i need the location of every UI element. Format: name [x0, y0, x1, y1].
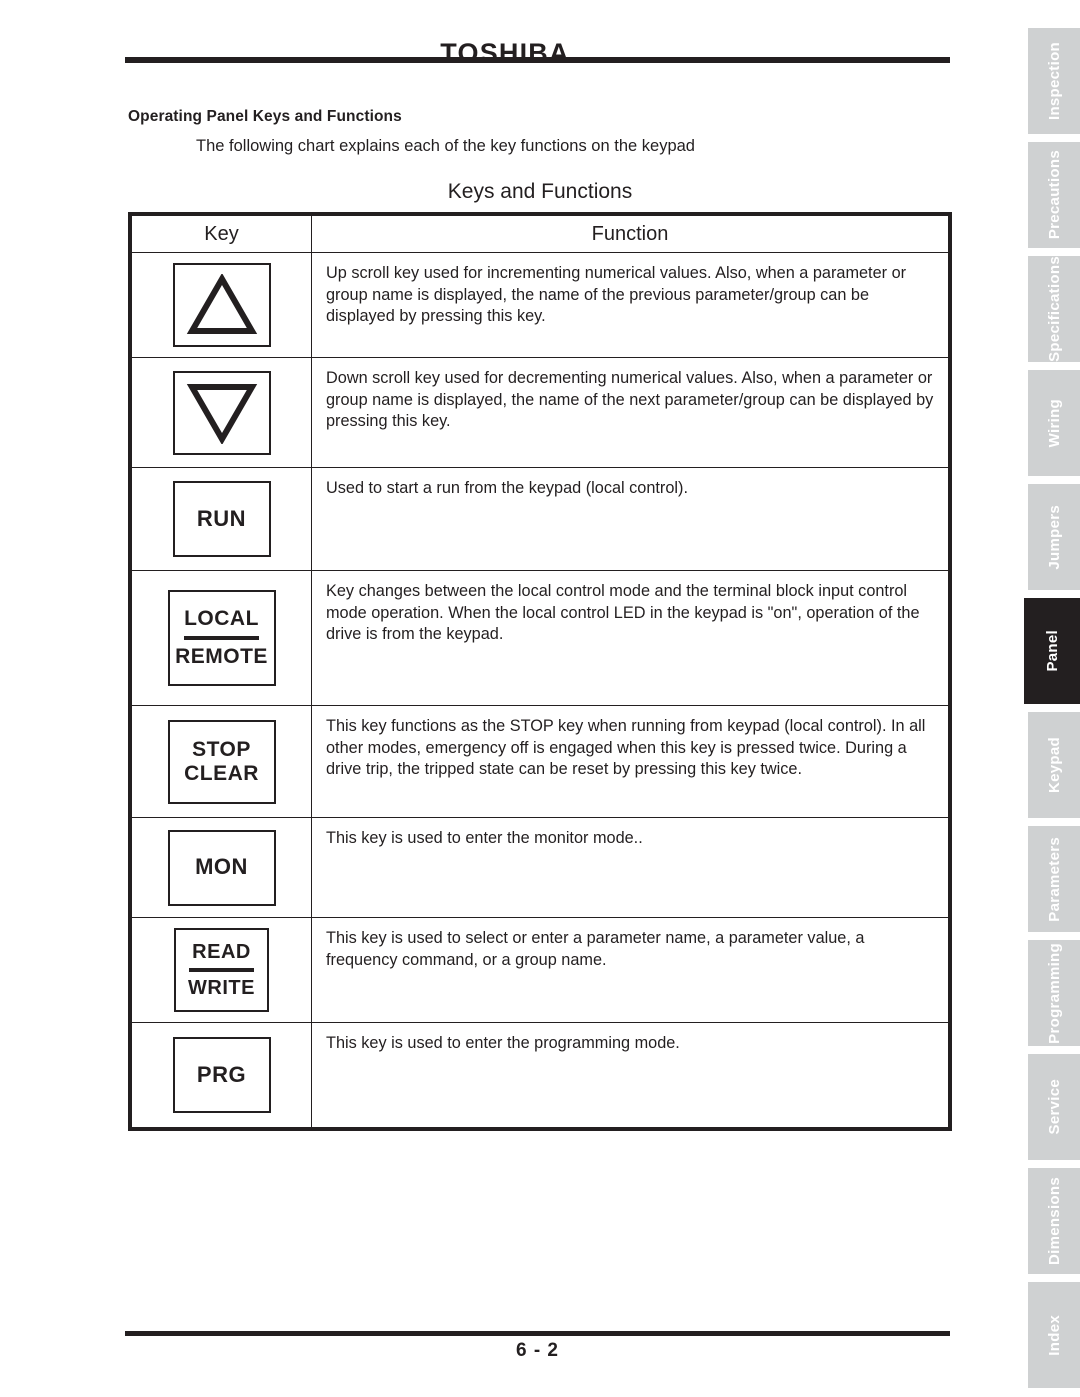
sidebar-tab-dimensions[interactable]: Dimensions: [1028, 1168, 1080, 1274]
function-description-cell: Key changes between the local control mo…: [311, 570, 949, 706]
function-description-cell: This key is used to enter the monitor mo…: [311, 817, 949, 918]
sidebar-tab-inspection[interactable]: Inspection: [1028, 28, 1080, 134]
key-cell: MON: [131, 817, 312, 918]
key-label: LOCAL: [184, 607, 259, 631]
keys-and-functions-table: Key Function Up scroll key used for incr…: [128, 212, 952, 1131]
table-row: Up scroll key used for incrementing nume…: [131, 252, 949, 358]
table-row: Down scroll key used for decrementing nu…: [131, 357, 949, 468]
mon-key-icon: MON: [167, 829, 276, 906]
read-write-key-icon: READ WRITE: [174, 928, 269, 1012]
sidebar-tab-label: Programming: [1045, 942, 1063, 1044]
table-row: LOCAL REMOTE Key changes between the local…: [131, 570, 949, 706]
key-divider-line: [184, 636, 259, 640]
table-header-row: Key Function: [131, 215, 949, 253]
key-label: REMOTE: [175, 645, 268, 668]
function-description-cell: This key is used to enter the programmin…: [311, 1022, 949, 1128]
key-cell: [131, 252, 312, 358]
function-description-cell: Used to start a run from the keypad (loc…: [311, 467, 949, 571]
sidebar-tab-precautions[interactable]: Precautions: [1028, 142, 1080, 248]
header-rule: [125, 57, 950, 63]
table-row: PRG This key is used to enter the program…: [131, 1022, 949, 1128]
function-description-cell: This key is used to select or enter a pa…: [311, 917, 949, 1023]
sidebar-tab-label: Specifications: [1045, 256, 1063, 362]
key-label: STOP: [192, 737, 251, 761]
local-remote-key-icon: LOCAL REMOTE: [167, 590, 276, 686]
brand-title: TOSHIBA: [440, 38, 570, 68]
sidebar-tab-label: Dimensions: [1045, 1176, 1063, 1266]
table-row: RUN Used to start a run from the keypad (…: [131, 467, 949, 571]
sidebar-tab-label: Wiring: [1045, 398, 1063, 448]
section-heading: Operating Panel Keys and Functions: [128, 108, 402, 125]
section-tab-sidebar: Inspection Precautions Specifications Wirin…: [1010, 0, 1080, 1397]
function-description-cell: This key functions as the STOP key when …: [311, 705, 949, 818]
sidebar-tab-programming[interactable]: Programming: [1028, 940, 1080, 1046]
table-title: Keys and Functions: [447, 180, 633, 203]
sidebar-tab-jumpers[interactable]: Jumpers: [1028, 484, 1080, 590]
sidebar-tab-label: Panel: [1043, 630, 1061, 672]
table-body: Up scroll key used for incrementing nume…: [131, 252, 949, 1128]
column-header-key: Key: [131, 215, 312, 253]
down-arrow-key-icon: [172, 370, 271, 455]
sidebar-tab-label: Keypad: [1045, 737, 1063, 793]
key-label: MON: [195, 854, 248, 880]
key-divider-line: [188, 968, 255, 972]
function-description-cell: Up scroll key used for incrementing nume…: [311, 252, 949, 358]
table-row: STOP CLEAR This key functions as the STOP …: [131, 705, 949, 818]
sidebar-tab-panel[interactable]: Panel: [1024, 598, 1080, 704]
sidebar-tab-label: Jumpers: [1045, 504, 1063, 570]
prg-key-icon: PRG: [172, 1037, 271, 1113]
column-header-function: Function: [311, 215, 949, 253]
up-arrow-key-icon: [172, 263, 271, 347]
section-intro-text: The following chart explains each of the…: [196, 137, 695, 155]
document-page: TOSHIBA Operating Panel Keys and Functio…: [0, 0, 1010, 1397]
run-key-icon: RUN: [172, 481, 271, 557]
table-row: READ WRITE This key is used to select or e…: [131, 917, 949, 1023]
sidebar-tab-label: Service: [1045, 1079, 1063, 1135]
key-label: RUN: [196, 505, 247, 531]
key-cell: LOCAL REMOTE: [131, 570, 312, 706]
sidebar-tab-label: Precautions: [1045, 150, 1063, 240]
sidebar-tab-keypad[interactable]: Keypad: [1028, 712, 1080, 818]
key-label: PRG: [196, 1061, 247, 1087]
sidebar-tab-label: Index: [1045, 1314, 1063, 1356]
key-cell: STOP CLEAR: [131, 705, 312, 818]
stop-clear-key-icon: STOP CLEAR: [167, 719, 276, 804]
sidebar-tab-wiring[interactable]: Wiring: [1028, 370, 1080, 476]
key-cell: PRG: [131, 1022, 312, 1128]
key-label: WRITE: [188, 977, 255, 999]
function-description-cell: Down scroll key used for decrementing nu…: [311, 357, 949, 468]
table-row: MON This key is used to enter the monitor…: [131, 817, 949, 918]
sidebar-tab-parameters[interactable]: Parameters: [1028, 826, 1080, 932]
sidebar-tab-index[interactable]: Index: [1028, 1282, 1080, 1388]
sidebar-tab-specifications[interactable]: Specifications: [1028, 256, 1080, 362]
key-label: READ: [192, 940, 251, 963]
key-cell: RUN: [131, 467, 312, 571]
key-cell: READ WRITE: [131, 917, 312, 1023]
sidebar-tab-label: Inspection: [1045, 41, 1063, 120]
key-cell: [131, 357, 312, 468]
sidebar-tab-label: Parameters: [1045, 836, 1063, 922]
footer-rule: [125, 1331, 950, 1336]
page-number: 6 - 2: [515, 1340, 560, 1361]
key-label: CLEAR: [184, 761, 259, 785]
sidebar-tab-service[interactable]: Service: [1028, 1054, 1080, 1160]
